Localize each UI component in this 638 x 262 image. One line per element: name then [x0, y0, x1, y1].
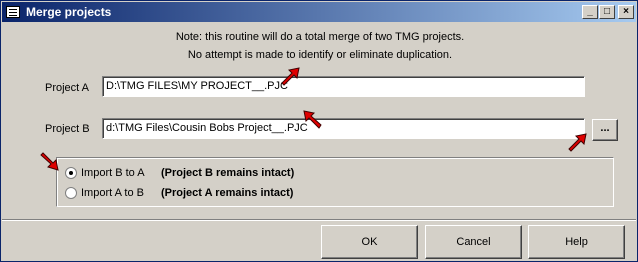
project-a-label: Project A	[45, 82, 90, 94]
browse-button[interactable]: ...	[592, 119, 618, 141]
minimize-button[interactable]: _	[582, 5, 598, 19]
project-b-input[interactable]: d:\TMG Files\Cousin Bobs Project__.PJC	[102, 118, 585, 139]
option-import-a-to-b[interactable]: Import A to B (Project A remains intact)	[65, 185, 293, 201]
separator	[2, 219, 636, 221]
option-label: Import B to A	[81, 167, 145, 179]
project-b-label: Project B	[45, 123, 90, 135]
option-note: (Project B remains intact)	[161, 167, 295, 179]
note-line-2: No attempt is made to identify or elimin…	[187, 49, 453, 61]
merge-projects-dialog: Merge projects _ □ × Note: this routine …	[0, 0, 638, 262]
radio-button-selected[interactable]	[65, 167, 77, 179]
annotation-arrow-icon	[303, 110, 322, 129]
title-bar: Merge projects _ □ ×	[2, 2, 636, 22]
help-button[interactable]: Help	[528, 225, 625, 259]
maximize-button[interactable]: □	[599, 5, 615, 19]
option-import-b-to-a[interactable]: Import B to A (Project B remains intact)	[65, 165, 294, 181]
annotation-arrow-icon	[568, 133, 587, 152]
project-a-input[interactable]: D:\TMG FILES\MY PROJECT__.PJC	[102, 76, 585, 97]
annotation-arrow-icon	[40, 152, 59, 171]
window-title: Merge projects	[26, 5, 112, 19]
option-note: (Project A remains intact)	[161, 187, 294, 199]
cancel-button[interactable]: Cancel	[425, 225, 522, 259]
ok-button[interactable]: OK	[321, 225, 418, 259]
radio-button[interactable]	[65, 187, 77, 199]
annotation-arrow-icon	[281, 67, 300, 86]
note-line-1: Note: this routine will do a total merge…	[175, 31, 465, 43]
close-button[interactable]: ×	[618, 5, 634, 19]
option-label: Import A to B	[81, 187, 144, 199]
window-icon	[6, 6, 20, 18]
